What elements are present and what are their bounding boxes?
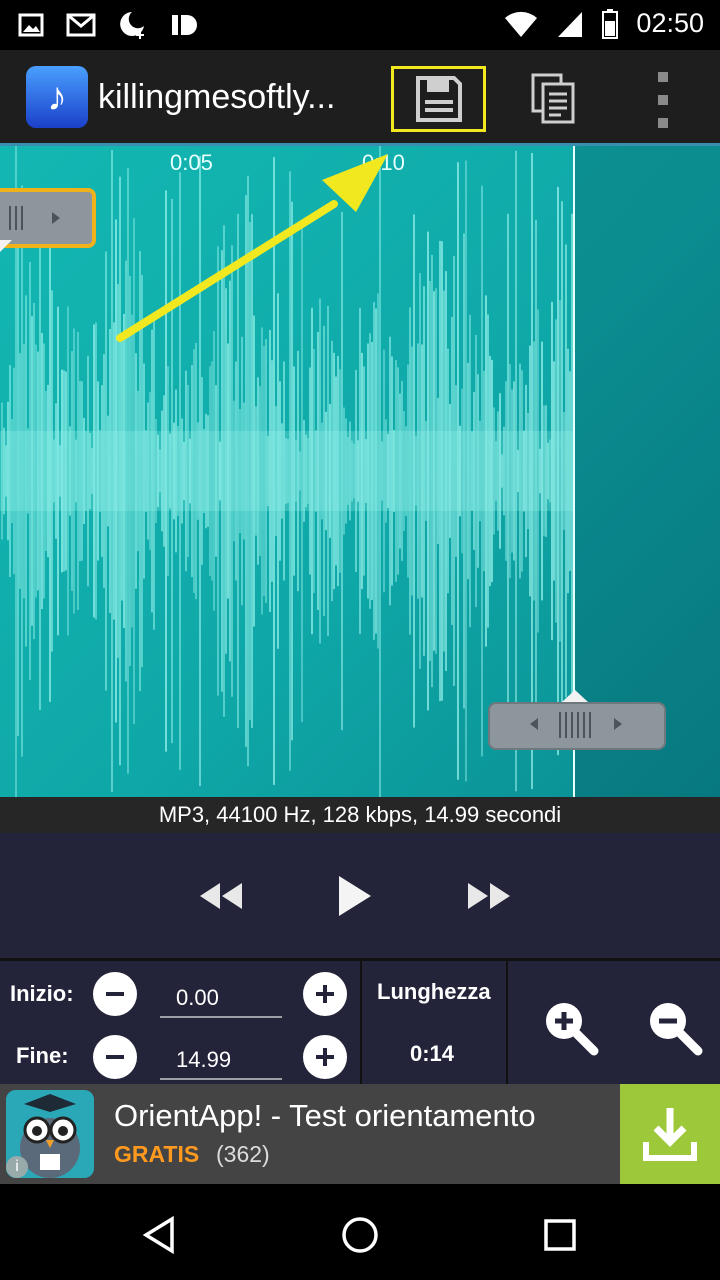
home-circle-icon <box>342 1217 378 1253</box>
ad-info-icon[interactable]: i <box>6 1156 28 1178</box>
end-increase-button[interactable] <box>303 1035 347 1079</box>
zoom-in-icon <box>546 1003 599 1056</box>
start-decrease-button[interactable] <box>93 972 137 1016</box>
wifi-icon <box>505 11 538 37</box>
ad-banner[interactable]: i OrientApp! - Test orientamento GRATIS … <box>0 1084 720 1184</box>
ad-rating-count: (362) <box>216 1141 270 1167</box>
divider <box>506 961 508 1087</box>
back-triangle-icon <box>142 1215 174 1255</box>
clock: 02:50 <box>636 8 704 38</box>
file-info: MP3, 44100 Hz, 128 kbps, 14.99 secondi <box>0 797 720 833</box>
back-button[interactable] <box>133 1208 187 1262</box>
play-icon <box>339 876 371 916</box>
playback-controls <box>0 833 720 958</box>
length-label: Lunghezza <box>377 979 491 1004</box>
play-button[interactable] <box>320 869 390 923</box>
dot <box>658 95 668 105</box>
ad-download-button[interactable] <box>620 1084 720 1184</box>
recents-button[interactable] <box>533 1208 587 1262</box>
recents-square-icon <box>544 1219 576 1251</box>
do-not-disturb-moon-icon <box>120 12 144 39</box>
ad-app-icon[interactable]: i <box>6 1090 94 1178</box>
ad-title: OrientApp! - Test orientamento <box>114 1098 536 1133</box>
action-bar: ♪ killingmesoftly... <box>0 50 720 146</box>
id-notification-icon <box>172 15 197 35</box>
overflow-menu-button[interactable] <box>640 72 686 128</box>
end-time-input[interactable]: 14.99 <box>160 1040 282 1080</box>
status-bar: 02:50 <box>0 0 720 50</box>
dot <box>658 118 668 128</box>
callout-arrow <box>116 154 388 342</box>
home-button[interactable] <box>333 1208 387 1262</box>
minus-icon <box>106 1055 124 1059</box>
plus-icon <box>316 985 334 1003</box>
plus-icon <box>316 1048 334 1066</box>
image-notification-icon <box>18 13 44 37</box>
end-label: Fine: <box>16 1043 69 1068</box>
rewind-icon <box>200 883 242 909</box>
trim-editor: Inizio: 0.00 Fine: 14.99 Lunghezza 0:14 <box>0 958 720 1087</box>
copy-icon <box>531 73 575 124</box>
file-title: killingmesoftly... <box>98 78 336 116</box>
ad-price-label: GRATIS <box>114 1141 200 1167</box>
dot <box>658 72 668 82</box>
zoom-in-button[interactable] <box>540 997 600 1057</box>
divider <box>360 961 362 1087</box>
start-increase-button[interactable] <box>303 972 347 1016</box>
minus-icon <box>106 992 124 996</box>
start-label: Inizio: <box>10 981 74 1006</box>
length-value: 0:14 <box>410 1041 455 1066</box>
rewind-button[interactable] <box>185 869 255 923</box>
copy-button[interactable] <box>520 68 586 128</box>
zoom-out-button[interactable] <box>644 997 704 1057</box>
floppy-disk-icon <box>415 76 462 122</box>
save-button[interactable] <box>391 66 486 132</box>
end-decrease-button[interactable] <box>93 1035 137 1079</box>
cell-signal-icon <box>558 11 583 37</box>
zoom-out-icon <box>650 1003 703 1056</box>
fast-forward-icon <box>468 883 510 909</box>
system-nav-bar <box>0 1184 720 1280</box>
start-time-input[interactable]: 0.00 <box>160 978 282 1018</box>
download-icon <box>643 1108 697 1161</box>
fast-forward-button[interactable] <box>455 869 525 923</box>
music-note-icon[interactable]: ♪ <box>26 66 88 128</box>
battery-icon <box>602 8 619 39</box>
waveform-view[interactable]: 0:05 0:10 <box>0 146 720 797</box>
gmail-icon <box>66 13 96 37</box>
